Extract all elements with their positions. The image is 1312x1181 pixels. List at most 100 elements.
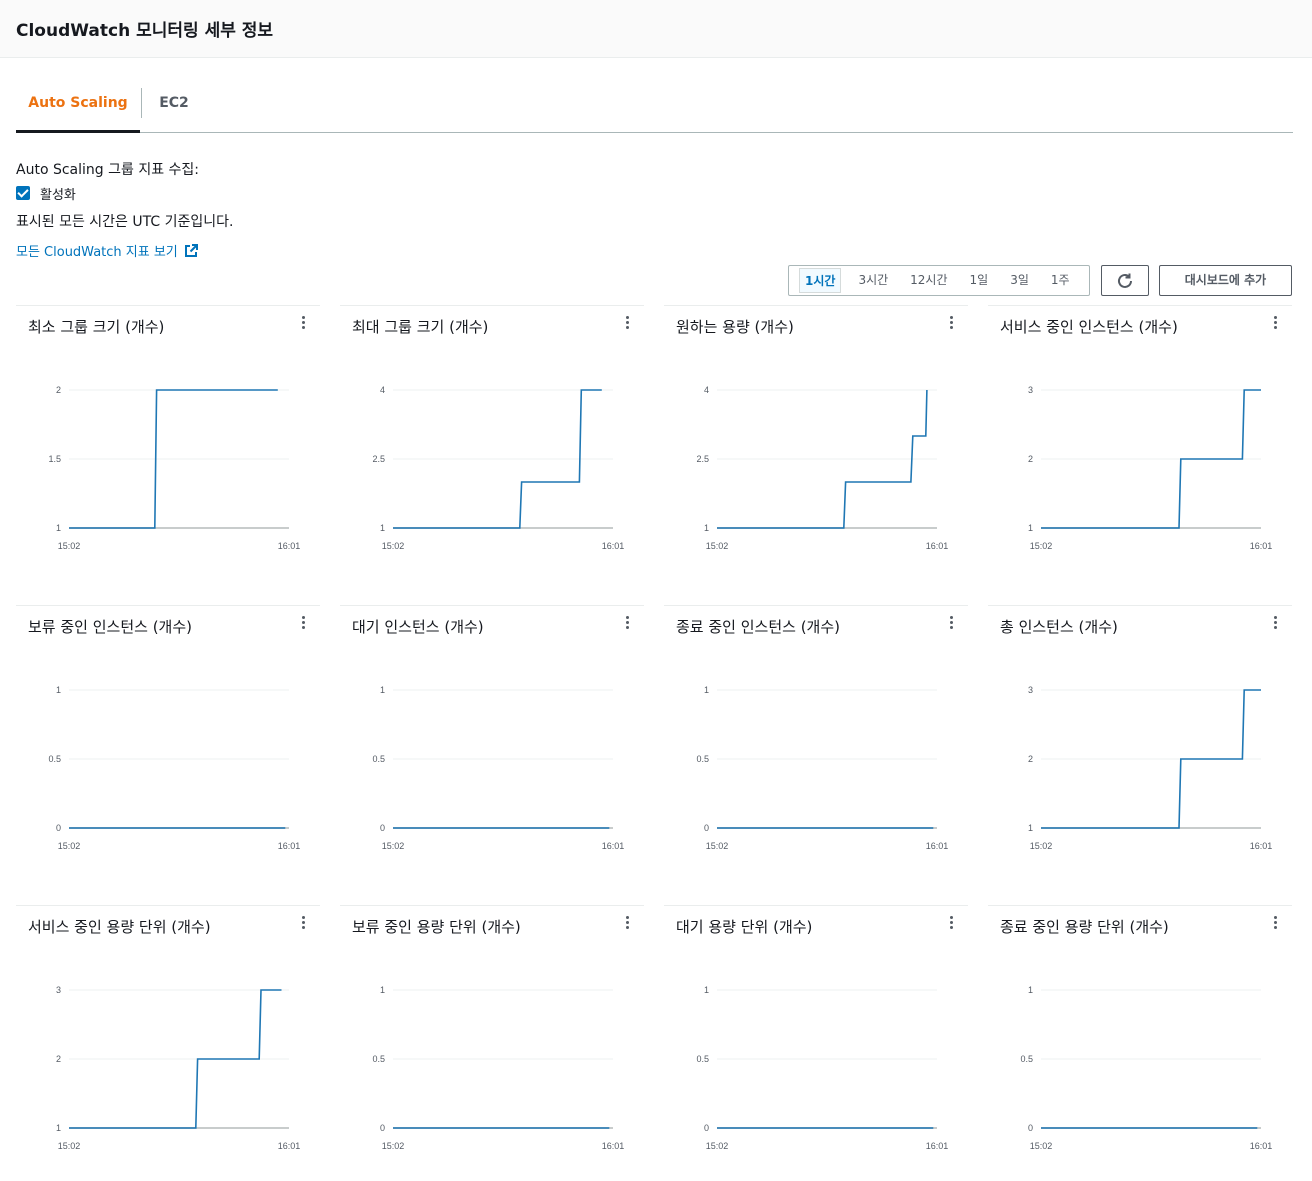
y-tick-label: 2 (56, 385, 61, 395)
y-tick-label: 1 (1028, 823, 1033, 833)
x-tick-label: 16:01 (1250, 841, 1273, 851)
y-tick-label: 0 (380, 823, 385, 833)
tab-auto-scaling[interactable]: Auto Scaling (16, 82, 140, 133)
chart-menu-icon[interactable] (624, 316, 630, 332)
chart-title: 보류 중인 인스턴스 (개수) (28, 618, 193, 636)
x-tick-label: 16:01 (1250, 1141, 1273, 1151)
line-chart: 1 1.5 2 15:02 16:01 (48, 385, 301, 551)
enable-checkbox-label[interactable]: 활성화 (40, 184, 76, 203)
x-tick-label: 15:02 (382, 1141, 405, 1151)
x-tick-label: 16:01 (926, 841, 949, 851)
all-metrics-link-label[interactable]: 모든 CloudWatch 지표 보기 (16, 241, 178, 260)
enable-checkbox-row[interactable]: 활성화 (16, 184, 76, 203)
y-tick-label: 0 (704, 1123, 709, 1133)
x-tick-label: 15:02 (1030, 1141, 1053, 1151)
chart-title: 최대 그룹 크기 (개수) (352, 318, 489, 336)
y-tick-label: 0 (56, 823, 61, 833)
range-3h[interactable]: 3시간 (853, 268, 893, 293)
enable-checkbox[interactable] (16, 186, 30, 200)
y-tick-label: 0.5 (372, 1054, 385, 1064)
range-12h[interactable]: 12시간 (905, 268, 952, 293)
x-tick-label: 15:02 (706, 841, 729, 851)
y-tick-label: 0.5 (696, 1054, 709, 1064)
range-3d[interactable]: 3일 (1005, 268, 1034, 293)
y-tick-label: 1.5 (48, 454, 61, 464)
line-chart: 1 2.5 4 15:02 16:01 (372, 385, 624, 551)
metric-chart-card: 대기 용량 단위 (개수) 0 0.5 1 15:02 16:01 (664, 905, 968, 1181)
line-chart: 0 0.5 1 15:02 16:01 (696, 985, 948, 1151)
x-tick-label: 16:01 (1250, 541, 1273, 551)
metric-chart-card: 최대 그룹 크기 (개수) 1 2.5 4 15:02 16:01 (340, 305, 644, 595)
x-tick-label: 15:02 (1030, 841, 1053, 851)
line-chart: 0 0.5 1 15:02 16:01 (1020, 985, 1273, 1151)
y-tick-label: 3 (1028, 685, 1033, 695)
y-tick-label: 2 (1028, 454, 1033, 464)
x-tick-label: 15:02 (706, 541, 729, 551)
chart-menu-icon[interactable] (624, 616, 630, 632)
metric-chart-card: 보류 중인 인스턴스 (개수) 0 0.5 1 15:02 16:01 (16, 605, 320, 895)
x-tick-label: 15:02 (58, 1141, 81, 1151)
page-header: CloudWatch 모니터링 세부 정보 (0, 0, 1312, 58)
chart-menu-icon[interactable] (1272, 316, 1278, 332)
x-tick-label: 16:01 (278, 541, 301, 551)
y-tick-label: 1 (380, 523, 385, 533)
range-1d[interactable]: 1일 (965, 268, 994, 293)
y-tick-label: 2.5 (696, 454, 709, 464)
y-tick-label: 0.5 (1020, 1054, 1033, 1064)
all-metrics-link[interactable]: 모든 CloudWatch 지표 보기 (16, 241, 198, 260)
chart-menu-icon[interactable] (1272, 916, 1278, 932)
y-tick-label: 0 (1028, 1123, 1033, 1133)
chart-menu-icon[interactable] (948, 916, 954, 932)
x-tick-label: 15:02 (382, 541, 405, 551)
chart-menu-icon[interactable] (1272, 616, 1278, 632)
chart-menu-icon[interactable] (624, 916, 630, 932)
metric-chart-card: 종료 중인 인스턴스 (개수) 0 0.5 1 15:02 16:01 (664, 605, 968, 895)
y-tick-label: 1 (704, 523, 709, 533)
chart-title: 원하는 용량 (개수) (676, 318, 794, 336)
chart-title: 보류 중인 용량 단위 (개수) (352, 918, 521, 936)
chart-title: 서비스 중인 용량 단위 (개수) (28, 918, 211, 936)
chart-title: 대기 인스턴스 (개수) (352, 618, 484, 636)
refresh-button[interactable] (1101, 265, 1149, 296)
y-tick-label: 0.5 (48, 754, 61, 764)
y-tick-label: 1 (56, 1123, 61, 1133)
add-to-dashboard-button[interactable]: 대시보드에 추가 (1159, 265, 1292, 296)
chart-menu-icon[interactable] (948, 616, 954, 632)
chart-title: 종료 중인 용량 단위 (개수) (1000, 918, 1169, 936)
chart-menu-icon[interactable] (300, 316, 306, 332)
y-tick-label: 1 (380, 685, 385, 695)
metric-chart-card: 보류 중인 용량 단위 (개수) 0 0.5 1 15:02 16:01 (340, 905, 644, 1181)
line-chart: 0 0.5 1 15:02 16:01 (372, 985, 624, 1151)
x-tick-label: 15:02 (1030, 541, 1053, 551)
metric-chart-card: 원하는 용량 (개수) 1 2.5 4 15:02 16:01 (664, 305, 968, 595)
x-tick-label: 16:01 (926, 541, 949, 551)
y-tick-label: 0.5 (696, 754, 709, 764)
tab-ec2[interactable]: EC2 (142, 82, 206, 132)
page-title: CloudWatch 모니터링 세부 정보 (16, 21, 274, 41)
x-tick-label: 15:02 (58, 841, 81, 851)
chart-menu-icon[interactable] (948, 316, 954, 332)
y-tick-label: 0 (380, 1123, 385, 1133)
chart-title: 대기 용량 단위 (개수) (676, 918, 813, 936)
y-tick-label: 4 (380, 385, 385, 395)
y-tick-label: 2 (1028, 754, 1033, 764)
range-1h[interactable]: 1시간 (799, 268, 842, 293)
metric-chart-card: 최소 그룹 크기 (개수) 1 1.5 2 15:02 16:01 (16, 305, 320, 595)
y-tick-label: 1 (704, 685, 709, 695)
y-tick-label: 1 (1028, 985, 1033, 995)
range-1w[interactable]: 1주 (1046, 268, 1075, 293)
chart-menu-icon[interactable] (300, 616, 306, 632)
tab-bar: Auto Scaling EC2 (16, 82, 1293, 133)
metric-chart-card: 대기 인스턴스 (개수) 0 0.5 1 15:02 16:01 (340, 605, 644, 895)
y-tick-label: 0.5 (372, 754, 385, 764)
line-chart: 0 0.5 1 15:02 16:01 (696, 685, 949, 851)
y-tick-label: 0 (704, 823, 709, 833)
x-tick-label: 16:01 (278, 1141, 301, 1151)
chart-menu-icon[interactable] (300, 916, 306, 932)
y-tick-label: 1 (1028, 523, 1033, 533)
line-chart: 0 0.5 1 15:02 16:01 (372, 685, 624, 851)
chart-title: 서비스 중인 인스턴스 (개수) (1000, 318, 1178, 336)
metric-chart-card: 서비스 중인 용량 단위 (개수) 1 2 3 15:02 16:01 (16, 905, 320, 1181)
x-tick-label: 15:02 (58, 541, 81, 551)
utc-note: 표시된 모든 시간은 UTC 기준입니다. (16, 214, 234, 230)
